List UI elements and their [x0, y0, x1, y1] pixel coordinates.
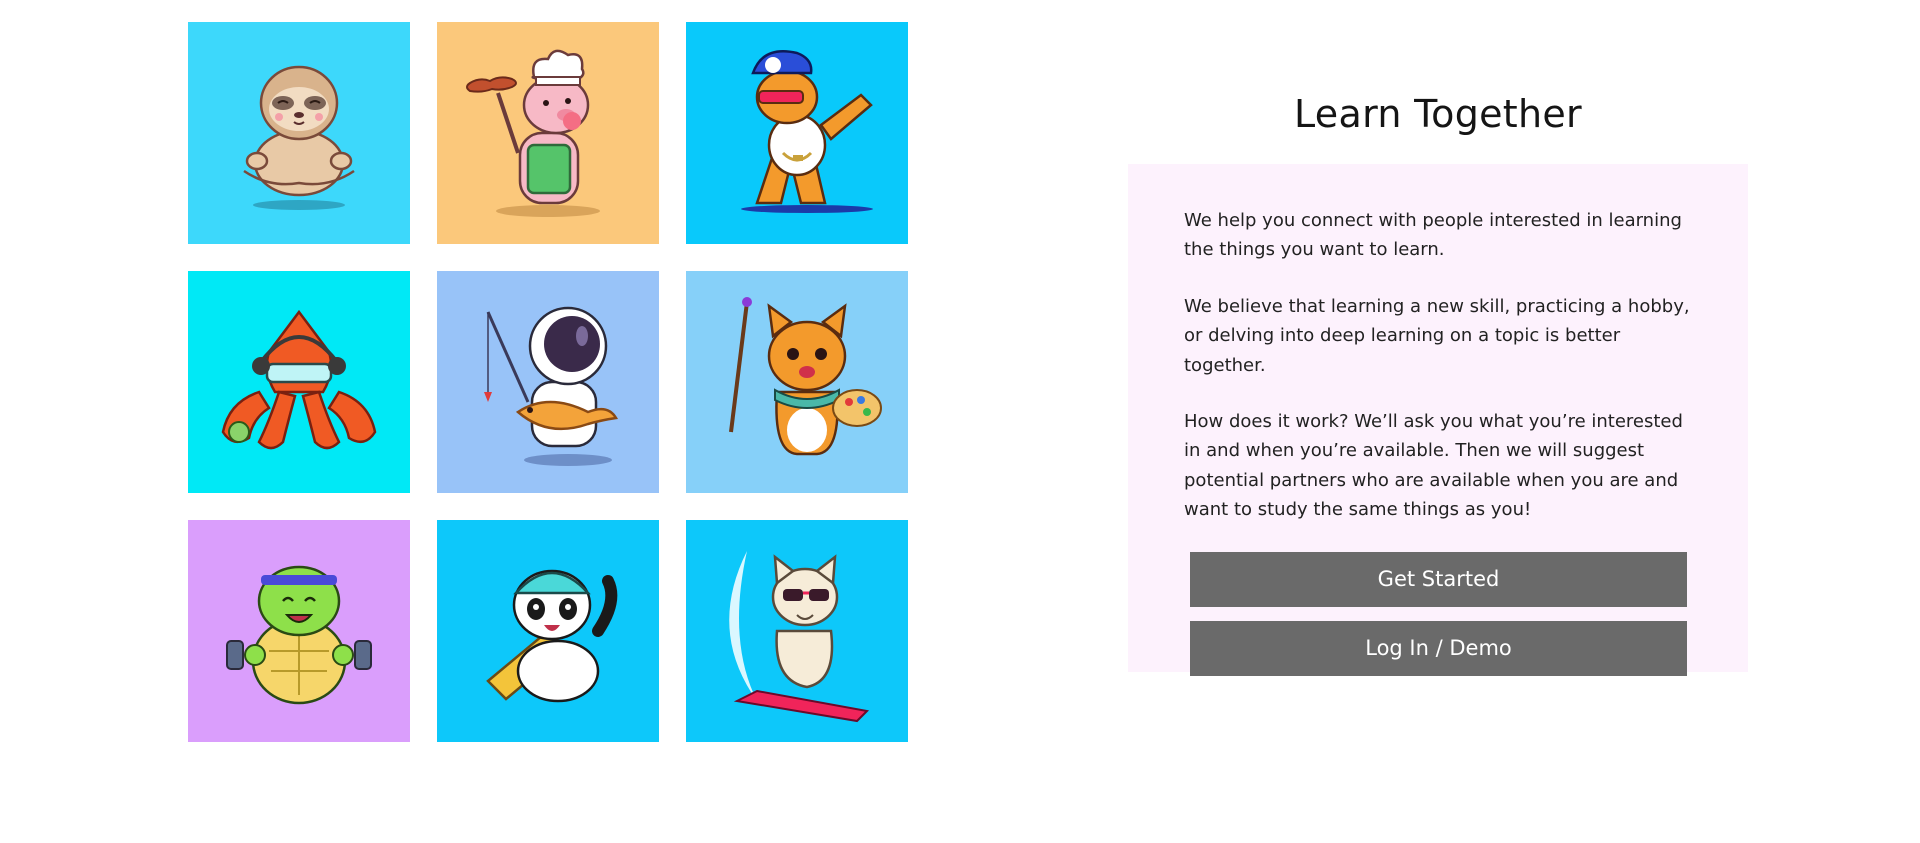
get-started-button[interactable]: Get Started	[1190, 551, 1687, 607]
login-demo-button[interactable]: Log In / Demo	[1190, 620, 1687, 676]
turtle-weightlifting-icon	[226, 565, 372, 705]
pig-chef-grilling-icon	[466, 49, 600, 217]
page-title: Learn Together	[1294, 92, 1582, 136]
intro-paragraph-together: We believe that learning a new skill, pr…	[1184, 295, 1690, 376]
octopus-scientist-tile	[188, 271, 410, 493]
octopus-scientist-icon	[221, 309, 377, 450]
intro-paragraph-connect: We help you connect with people interest…	[1184, 210, 1682, 261]
pig-chef-tile	[437, 22, 659, 244]
cat-surfing-icon	[729, 551, 870, 723]
turtle-lifting-tile	[188, 520, 410, 742]
sloth-tile	[188, 22, 410, 244]
intro-card: We help you connect with people interest…	[1128, 164, 1748, 676]
dabbing-dog-tile	[686, 22, 908, 244]
panda-skateboarding-icon	[486, 569, 618, 703]
meditating-sloth-icon	[243, 65, 355, 210]
panda-skateboard-tile	[437, 520, 659, 742]
dabbing-dog-icon	[741, 50, 873, 213]
astronaut-fishing-icon	[484, 306, 618, 466]
intro-paragraph-how-it-works: How does it work? We’ll ask you what you…	[1184, 411, 1683, 521]
mascot-grid	[188, 22, 908, 742]
landing-page: Learn Together We help you connect with …	[0, 0, 1920, 843]
cat-painter-icon	[729, 297, 882, 456]
astronaut-fishing-tile	[437, 271, 659, 493]
cat-painter-tile	[686, 271, 908, 493]
cat-surfing-tile	[686, 520, 908, 742]
